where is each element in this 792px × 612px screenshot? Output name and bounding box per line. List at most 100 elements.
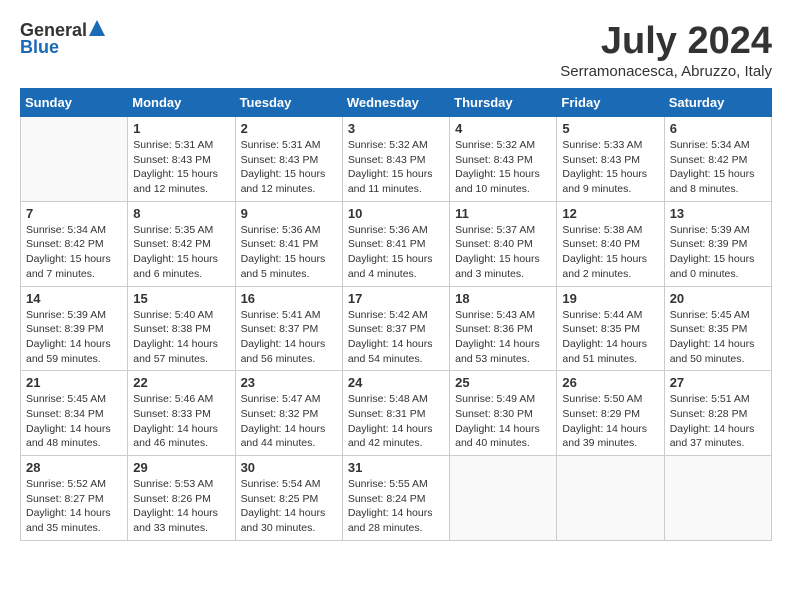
calendar-cell: 10 Sunrise: 5:36 AM Sunset: 8:41 PM Dayli… xyxy=(342,201,449,286)
calendar-week-row: 28 Sunrise: 5:52 AM Sunset: 8:27 PM Dayli… xyxy=(21,456,772,541)
weekday-header: Saturday xyxy=(664,89,771,117)
day-number: 11 xyxy=(455,206,551,221)
day-info: Sunrise: 5:49 AM Sunset: 8:30 PM Dayligh… xyxy=(455,392,551,451)
day-number: 2 xyxy=(241,121,337,136)
day-info: Sunrise: 5:34 AM Sunset: 8:42 PM Dayligh… xyxy=(670,138,766,197)
weekday-header: Monday xyxy=(128,89,235,117)
day-number: 6 xyxy=(670,121,766,136)
calendar-cell: 4Sunrise: 5:32 AM Sunset: 8:43 PM Daylig… xyxy=(450,117,557,202)
day-info: Sunrise: 5:34 AM Sunset: 8:42 PM Dayligh… xyxy=(26,223,122,282)
weekday-header: Tuesday xyxy=(235,89,342,117)
calendar-cell: 16Sunrise: 5:41 AM Sunset: 8:37 PM Dayli… xyxy=(235,286,342,371)
calendar-cell: 18 Sunrise: 5:43 AM Sunset: 8:36 PM Dayli… xyxy=(450,286,557,371)
day-number: 5 xyxy=(562,121,658,136)
day-info: Sunrise: 5:33 AM Sunset: 8:43 PM Dayligh… xyxy=(562,138,658,197)
day-info: Sunrise: 5:42 AM Sunset: 8:37 PM Dayligh… xyxy=(348,308,444,367)
calendar-cell: 21Sunrise: 5:45 AM Sunset: 8:34 PM Dayli… xyxy=(21,371,128,456)
calendar-cell: 8 Sunrise: 5:35 AM Sunset: 8:42 PM Daylig… xyxy=(128,201,235,286)
calendar-week-row: 1Sunrise: 5:31 AM Sunset: 8:43 PM Daylig… xyxy=(21,117,772,202)
day-info: Sunrise: 5:47 AM Sunset: 8:32 PM Dayligh… xyxy=(241,392,337,451)
day-info: Sunrise: 5:55 AM Sunset: 8:24 PM Dayligh… xyxy=(348,477,444,536)
day-number: 17 xyxy=(348,291,444,306)
day-info: Sunrise: 5:51 AM Sunset: 8:28 PM Dayligh… xyxy=(670,392,766,451)
day-number: 9 xyxy=(241,206,337,221)
day-info: Sunrise: 5:35 AM Sunset: 8:42 PM Dayligh… xyxy=(133,223,229,282)
day-number: 24 xyxy=(348,375,444,390)
calendar-cell: 29 Sunrise: 5:53 AM Sunset: 8:26 PM Dayli… xyxy=(128,456,235,541)
day-number: 12 xyxy=(562,206,658,221)
calendar-cell xyxy=(664,456,771,541)
month-title: July 2024 xyxy=(560,20,772,63)
day-info: Sunrise: 5:44 AM Sunset: 8:35 PM Dayligh… xyxy=(562,308,658,367)
day-info: Sunrise: 5:31 AM Sunset: 8:43 PM Dayligh… xyxy=(133,138,229,197)
day-info: Sunrise: 5:32 AM Sunset: 8:43 PM Dayligh… xyxy=(348,138,444,197)
day-info: Sunrise: 5:45 AM Sunset: 8:35 PM Dayligh… xyxy=(670,308,766,367)
calendar-header-row: SundayMondayTuesdayWednesdayThursdayFrid… xyxy=(21,89,772,117)
calendar-cell: 20 Sunrise: 5:45 AM Sunset: 8:35 PM Dayli… xyxy=(664,286,771,371)
day-number: 18 xyxy=(455,291,551,306)
calendar-cell: 12 Sunrise: 5:38 AM Sunset: 8:40 PM Dayli… xyxy=(557,201,664,286)
day-number: 20 xyxy=(670,291,766,306)
calendar-cell xyxy=(450,456,557,541)
calendar-cell: 27 Sunrise: 5:51 AM Sunset: 8:28 PM Dayli… xyxy=(664,371,771,456)
day-info: Sunrise: 5:53 AM Sunset: 8:26 PM Dayligh… xyxy=(133,477,229,536)
day-number: 7 xyxy=(26,206,122,221)
calendar-week-row: 21Sunrise: 5:45 AM Sunset: 8:34 PM Dayli… xyxy=(21,371,772,456)
day-info: Sunrise: 5:46 AM Sunset: 8:33 PM Dayligh… xyxy=(133,392,229,451)
calendar-cell: 5 Sunrise: 5:33 AM Sunset: 8:43 PM Daylig… xyxy=(557,117,664,202)
day-info: Sunrise: 5:40 AM Sunset: 8:38 PM Dayligh… xyxy=(133,308,229,367)
day-number: 3 xyxy=(348,121,444,136)
day-info: Sunrise: 5:36 AM Sunset: 8:41 PM Dayligh… xyxy=(348,223,444,282)
day-number: 28 xyxy=(26,460,122,475)
day-number: 8 xyxy=(133,206,229,221)
day-info: Sunrise: 5:48 AM Sunset: 8:31 PM Dayligh… xyxy=(348,392,444,451)
day-info: Sunrise: 5:36 AM Sunset: 8:41 PM Dayligh… xyxy=(241,223,337,282)
day-info: Sunrise: 5:43 AM Sunset: 8:36 PM Dayligh… xyxy=(455,308,551,367)
calendar-cell: 25Sunrise: 5:49 AM Sunset: 8:30 PM Dayli… xyxy=(450,371,557,456)
day-info: Sunrise: 5:31 AM Sunset: 8:43 PM Dayligh… xyxy=(241,138,337,197)
page-header: General Blue July 2024 Serramonacesca, A… xyxy=(20,20,772,80)
calendar-cell: 15Sunrise: 5:40 AM Sunset: 8:38 PM Dayli… xyxy=(128,286,235,371)
day-number: 19 xyxy=(562,291,658,306)
day-number: 14 xyxy=(26,291,122,306)
day-info: Sunrise: 5:39 AM Sunset: 8:39 PM Dayligh… xyxy=(26,308,122,367)
calendar-cell: 28 Sunrise: 5:52 AM Sunset: 8:27 PM Dayli… xyxy=(21,456,128,541)
day-number: 27 xyxy=(670,375,766,390)
calendar-cell: 9 Sunrise: 5:36 AM Sunset: 8:41 PM Daylig… xyxy=(235,201,342,286)
calendar-cell xyxy=(557,456,664,541)
calendar-table: SundayMondayTuesdayWednesdayThursdayFrid… xyxy=(20,88,772,541)
calendar-cell: 23 Sunrise: 5:47 AM Sunset: 8:32 PM Dayli… xyxy=(235,371,342,456)
day-number: 10 xyxy=(348,206,444,221)
day-info: Sunrise: 5:45 AM Sunset: 8:34 PM Dayligh… xyxy=(26,392,122,451)
calendar-cell: 17 Sunrise: 5:42 AM Sunset: 8:37 PM Dayli… xyxy=(342,286,449,371)
day-number: 16 xyxy=(241,291,337,306)
day-number: 26 xyxy=(562,375,658,390)
subtitle: Serramonacesca, Abruzzo, Italy xyxy=(560,63,772,80)
calendar-cell: 2 Sunrise: 5:31 AM Sunset: 8:43 PM Daylig… xyxy=(235,117,342,202)
day-info: Sunrise: 5:54 AM Sunset: 8:25 PM Dayligh… xyxy=(241,477,337,536)
logo: General Blue xyxy=(20,20,105,58)
day-info: Sunrise: 5:52 AM Sunset: 8:27 PM Dayligh… xyxy=(26,477,122,536)
weekday-header: Sunday xyxy=(21,89,128,117)
day-number: 30 xyxy=(241,460,337,475)
calendar-cell: 6 Sunrise: 5:34 AM Sunset: 8:42 PM Daylig… xyxy=(664,117,771,202)
weekday-header: Friday xyxy=(557,89,664,117)
calendar-week-row: 7 Sunrise: 5:34 AM Sunset: 8:42 PM Daylig… xyxy=(21,201,772,286)
day-number: 4 xyxy=(455,121,551,136)
weekday-header: Thursday xyxy=(450,89,557,117)
calendar-cell: 7 Sunrise: 5:34 AM Sunset: 8:42 PM Daylig… xyxy=(21,201,128,286)
day-info: Sunrise: 5:50 AM Sunset: 8:29 PM Dayligh… xyxy=(562,392,658,451)
day-info: Sunrise: 5:38 AM Sunset: 8:40 PM Dayligh… xyxy=(562,223,658,282)
calendar-cell: 26 Sunrise: 5:50 AM Sunset: 8:29 PM Dayli… xyxy=(557,371,664,456)
day-info: Sunrise: 5:39 AM Sunset: 8:39 PM Dayligh… xyxy=(670,223,766,282)
day-number: 22 xyxy=(133,375,229,390)
calendar-week-row: 14 Sunrise: 5:39 AM Sunset: 8:39 PM Dayli… xyxy=(21,286,772,371)
calendar-cell: 19 Sunrise: 5:44 AM Sunset: 8:35 PM Dayli… xyxy=(557,286,664,371)
weekday-header: Wednesday xyxy=(342,89,449,117)
calendar-cell: 30 Sunrise: 5:54 AM Sunset: 8:25 PM Dayli… xyxy=(235,456,342,541)
logo-blue-text: Blue xyxy=(20,37,59,58)
day-number: 29 xyxy=(133,460,229,475)
calendar-cell: 1Sunrise: 5:31 AM Sunset: 8:43 PM Daylig… xyxy=(128,117,235,202)
day-number: 23 xyxy=(241,375,337,390)
logo-shape xyxy=(89,20,105,41)
